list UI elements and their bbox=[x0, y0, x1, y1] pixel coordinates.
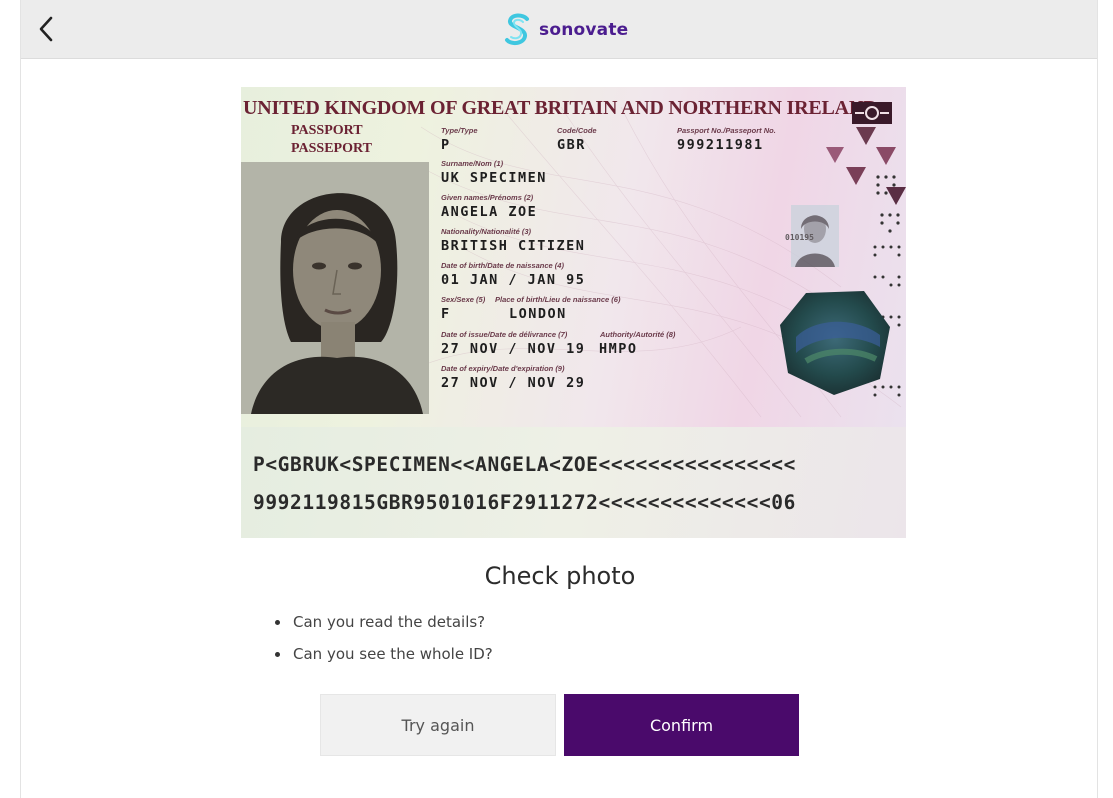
authority-label: Authority/Autorité (8) bbox=[600, 330, 676, 339]
issue-date-value: 27 NOV / NOV 19 bbox=[441, 341, 586, 357]
top-bar: sonovate bbox=[21, 0, 1097, 59]
passport-holder-photo bbox=[241, 162, 429, 414]
ghost-image-text: 010195 bbox=[785, 233, 814, 242]
sonovate-s-logo-icon bbox=[505, 13, 529, 46]
dob-label: Date of birth/Date de naissance (4) bbox=[441, 261, 564, 270]
try-again-button[interactable]: Try again bbox=[320, 694, 556, 756]
given-names-value: ANGELA ZOE bbox=[441, 204, 538, 220]
surname-label: Surname/Nom (1) bbox=[441, 159, 504, 168]
expiry-date-label: Date of expiry/Date d'expiration (9) bbox=[441, 364, 565, 373]
passport-photo: UNITED KINGDOM OF GREAT BRITAIN AND NORT… bbox=[241, 87, 906, 538]
expiry-date-value: 27 NOV / NOV 29 bbox=[441, 375, 586, 391]
type-value: P bbox=[441, 137, 451, 153]
confirm-button[interactable]: Confirm bbox=[564, 694, 799, 756]
code-label: Code/Code bbox=[557, 126, 597, 135]
chevron-left-icon bbox=[39, 16, 53, 42]
face-portrait bbox=[241, 162, 429, 414]
pob-label: Place of birth/Lieu de naissance (6) bbox=[495, 295, 621, 304]
passport-country-title: UNITED KINGDOM OF GREAT BRITAIN AND NORT… bbox=[243, 97, 878, 119]
given-names-label: Given names/Prénoms (2) bbox=[441, 193, 534, 202]
sex-value: F bbox=[441, 306, 451, 322]
passport-number-label: Passport No./Passeport No. bbox=[677, 126, 776, 135]
surname-value: UK SPECIMEN bbox=[441, 170, 547, 186]
back-button[interactable] bbox=[31, 12, 61, 46]
list-item: Can you read the details? bbox=[271, 610, 493, 642]
ghost-image: 010195 bbox=[785, 205, 839, 267]
passport-doc-name-fr: PASSEPORT bbox=[291, 141, 372, 156]
authority-value: HMPO bbox=[599, 341, 638, 357]
code-value: GBR bbox=[557, 137, 586, 153]
type-label: Type/Type bbox=[441, 126, 478, 135]
nationality-value: BRITISH CITIZEN bbox=[441, 238, 586, 254]
list-item: Can you see the whole ID? bbox=[271, 642, 493, 674]
hologram-seal bbox=[780, 291, 890, 395]
passport-number-value: 999211981 bbox=[677, 137, 764, 153]
sex-label: Sex/Sexe (5) bbox=[441, 295, 486, 304]
check-photo-title: Check photo bbox=[484, 562, 636, 590]
issue-date-label: Date of issue/Date de délivrance (7) bbox=[441, 330, 568, 339]
app-window: sonovate UNITED KINGDOM OF GREAT BRITAIN… bbox=[20, 0, 1098, 798]
pob-value: LONDON bbox=[509, 306, 567, 322]
mrz-line-2: 9992119815GBR9501016F2911272<<<<<<<<<<<<… bbox=[253, 491, 796, 514]
dob-value: 01 JAN / JAN 95 bbox=[441, 272, 586, 288]
biometric-chip-icon bbox=[852, 102, 892, 124]
passport-doc-name-en: PASSPORT bbox=[291, 123, 363, 138]
brand-name: sonovate bbox=[539, 20, 629, 40]
nationality-label: Nationality/Nationalité (3) bbox=[441, 227, 532, 236]
brand-logo: sonovate bbox=[503, 12, 628, 48]
check-photo-list: Can you read the details? Can you see th… bbox=[271, 610, 493, 674]
mrz-line-1: P<GBRUK<SPECIMEN<<ANGELA<ZOE<<<<<<<<<<<<… bbox=[253, 453, 796, 476]
mrz-zone: P<GBRUK<SPECIMEN<<ANGELA<ZOE<<<<<<<<<<<<… bbox=[241, 427, 906, 538]
